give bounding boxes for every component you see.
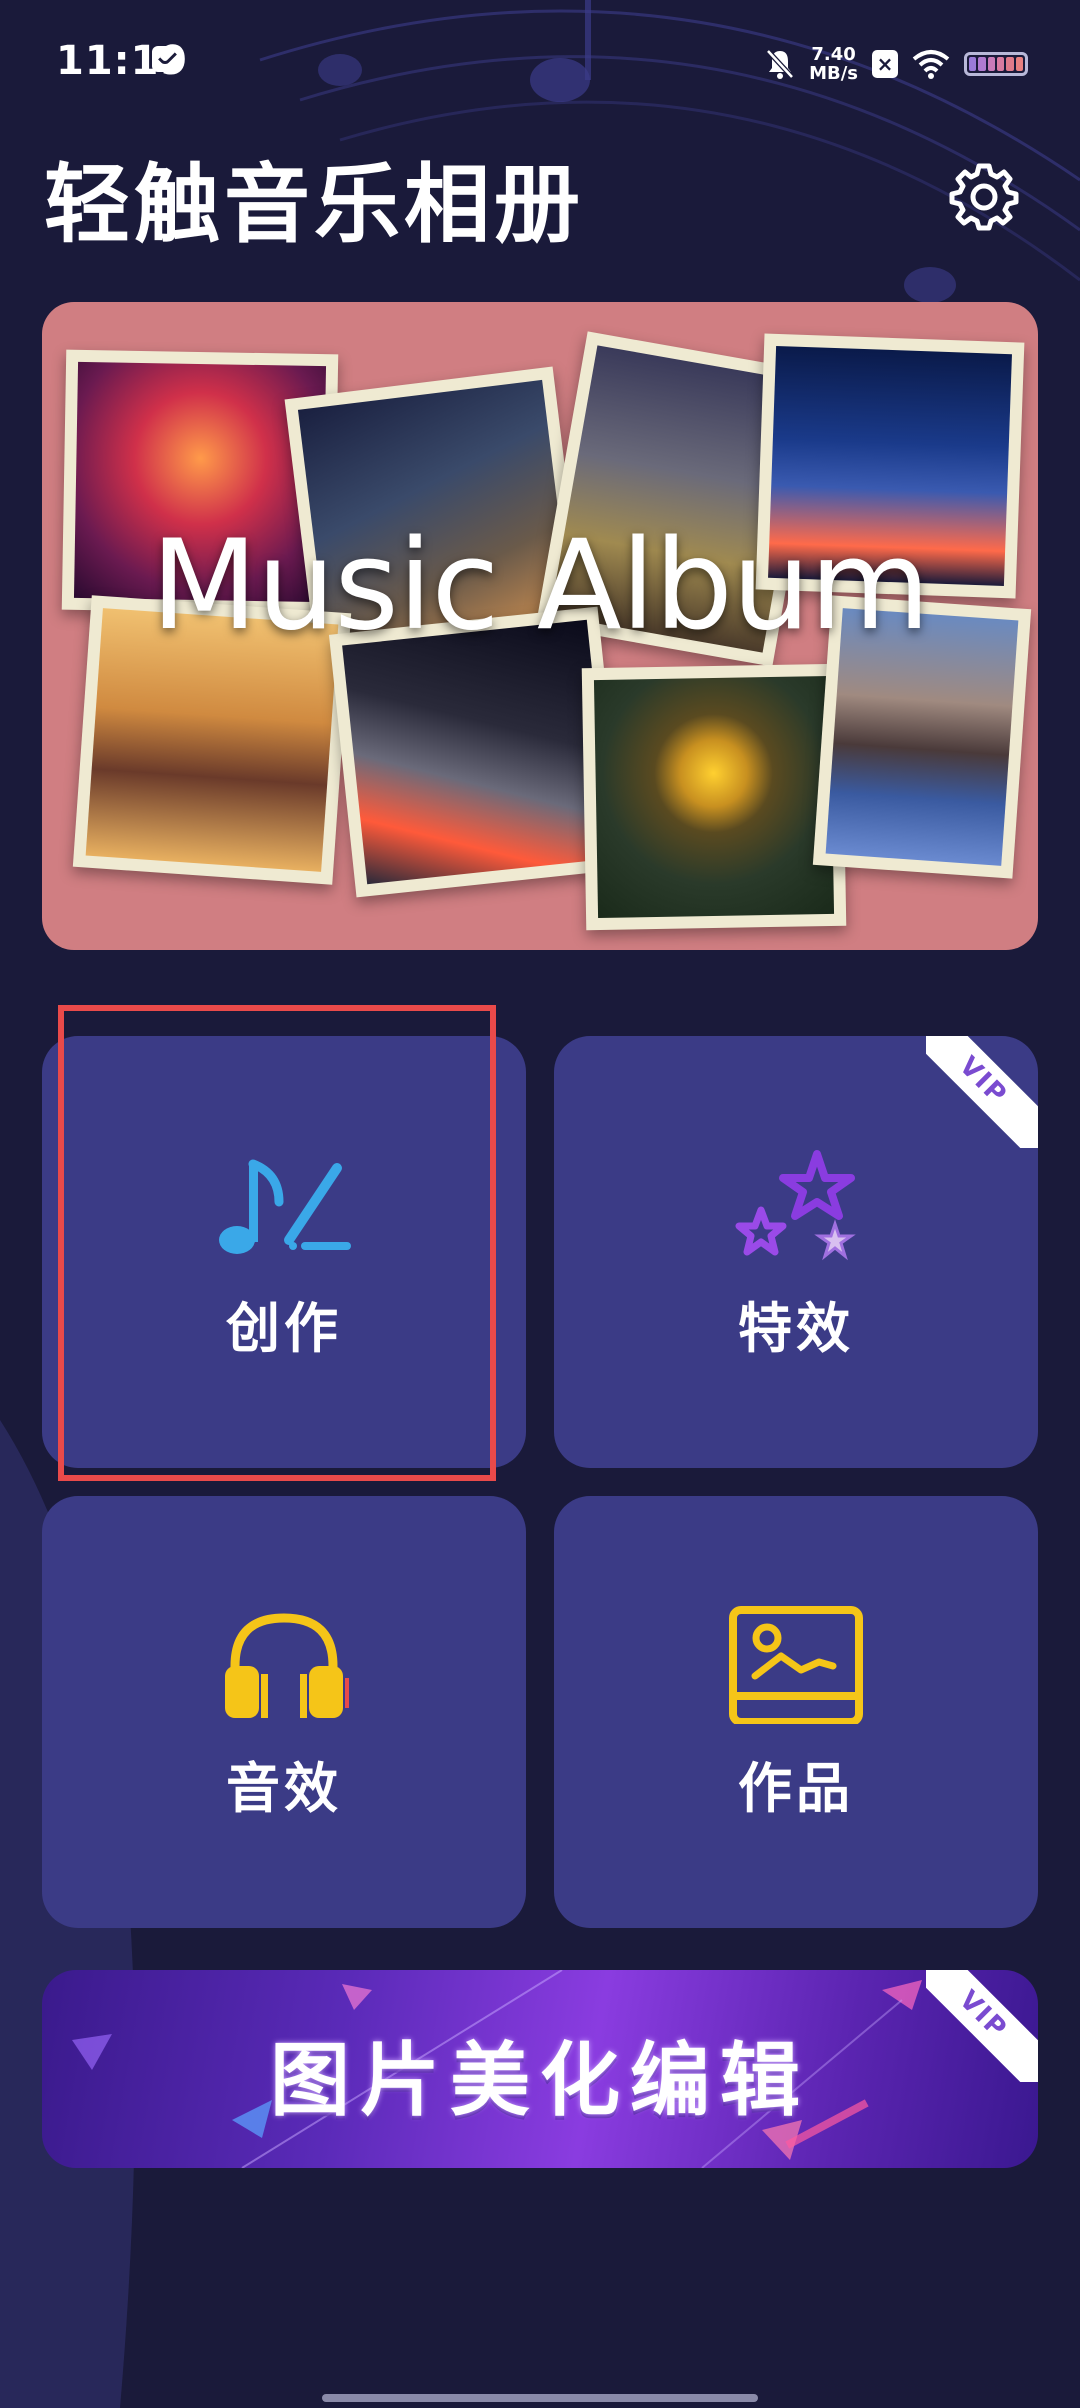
gallery-icon <box>729 1606 863 1724</box>
app-title: 轻触音乐相册 <box>44 155 584 255</box>
photo-edit-banner-title: 图片美化编辑 <box>270 2034 810 2127</box>
vip-badge-text: VIP <box>926 1970 1038 2082</box>
network-speed-value: 7.40 <box>811 44 856 65</box>
vip-badge-text: VIP <box>926 1036 1038 1148</box>
sound-effects-card[interactable]: 音效 <box>42 1496 526 1928</box>
photo-edit-banner[interactable]: 图片美化编辑 VIP <box>42 1970 1038 2168</box>
sim-x-icon: × <box>872 50 898 78</box>
collage-photo-sunflower <box>581 663 847 931</box>
status-bar: 11:19 7.40 MB/s × <box>0 0 1080 120</box>
home-indicator[interactable] <box>322 2394 758 2402</box>
mute-bell-icon <box>766 49 794 79</box>
stars-icon <box>735 1150 856 1261</box>
music-note-pen-icon <box>219 1159 351 1254</box>
network-speed-unit: MB/s <box>809 63 858 84</box>
battery-icon <box>964 52 1028 76</box>
create-card[interactable]: 创作 <box>42 1036 526 1468</box>
headphones-icon <box>225 1613 349 1718</box>
sound-effects-label: 音效 <box>226 1757 342 1820</box>
wifi-icon <box>912 50 950 79</box>
status-icons: 7.40 MB/s × <box>765 42 1028 86</box>
message-icon <box>152 46 182 72</box>
effects-label: 特效 <box>738 1297 854 1360</box>
effects-card[interactable]: 特效 VIP <box>554 1036 1038 1468</box>
works-card[interactable]: 作品 <box>554 1496 1038 1928</box>
hero-title: Music Album <box>150 514 931 658</box>
create-label: 创作 <box>226 1297 342 1360</box>
network-speed: 7.40 MB/s <box>809 45 858 83</box>
vip-badge: VIP <box>926 1970 1038 2082</box>
works-label: 作品 <box>738 1757 854 1820</box>
gear-icon[interactable] <box>948 160 1020 232</box>
hero-banner[interactable]: Music Album <box>42 302 1038 950</box>
vip-badge: VIP <box>926 1036 1038 1148</box>
